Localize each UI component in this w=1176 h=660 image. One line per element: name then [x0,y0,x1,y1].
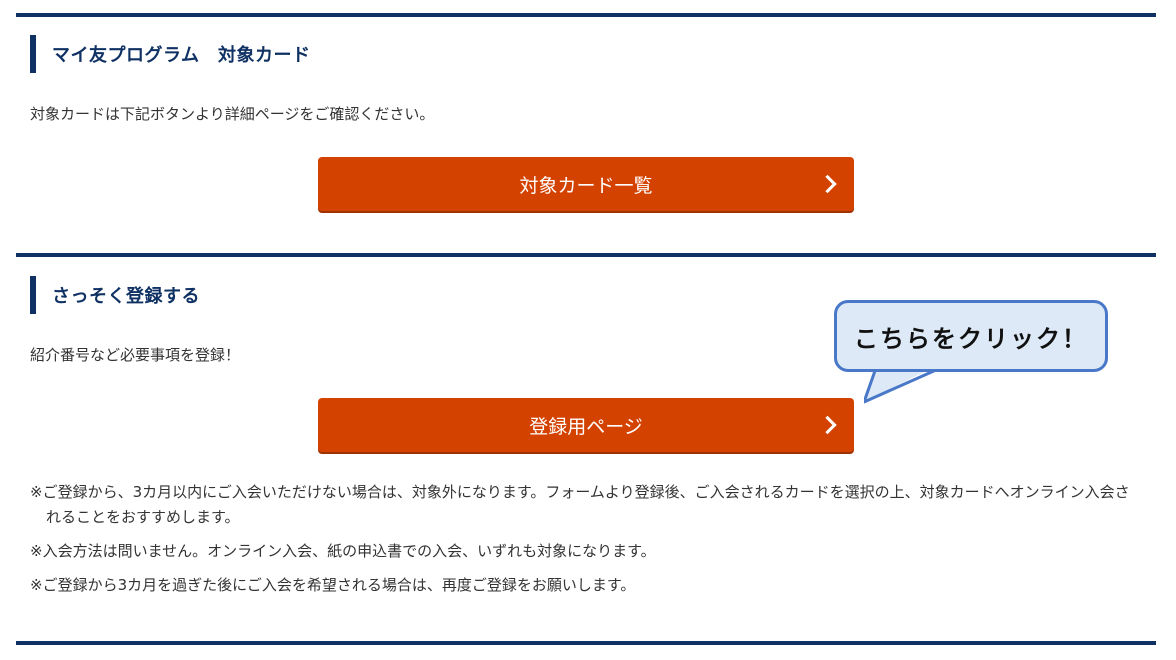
target-cards-description: 対象カードは下記ボタンより詳細ページをご確認ください。 [30,105,435,123]
register-notes: ※ご登録から、3カ月以内にご入会いただけない場合は、対象外になります。フォームよ… [30,480,1140,607]
section-heading-target-cards: マイ友プログラム 対象カード [30,35,310,73]
note-item: ※入会方法は問いません。オンライン入会、紙の申込書での入会、いずれも対象になりま… [30,542,656,560]
section-heading-text: さっそく登録する [52,286,200,307]
register-page-button[interactable]: 登録用ページ [318,398,854,452]
section-divider-bottom [16,641,1156,645]
callout-tail-icon [864,366,937,404]
chevron-right-icon [818,415,837,435]
target-cards-list-button[interactable]: 対象カード一覧 [318,157,854,211]
section-divider-middle [16,253,1156,257]
chevron-right-icon [818,174,837,194]
section-heading-register: さっそく登録する [30,276,200,314]
register-description: 紹介番号など必要事項を登録！ [30,346,241,364]
click-here-callout: こちらをクリック！ [834,300,1112,404]
callout-text: こちらをクリック！ [854,324,1088,353]
section-divider-top [16,13,1156,17]
register-page-button-label: 登録用ページ [529,415,643,438]
target-cards-list-button-label: 対象カード一覧 [519,174,653,197]
callout-bubble: こちらをクリック！ [834,300,1108,372]
note-item: ※ご登録から、3カ月以内にご入会いただけない場合は、対象外になります。フォームよ… [30,483,1130,526]
note-item: ※ご登録から3カ月を過ぎた後にご入会を希望される場合は、再度ご登録をお願いします… [30,576,636,594]
section-heading-text: マイ友プログラム 対象カード [52,45,311,66]
